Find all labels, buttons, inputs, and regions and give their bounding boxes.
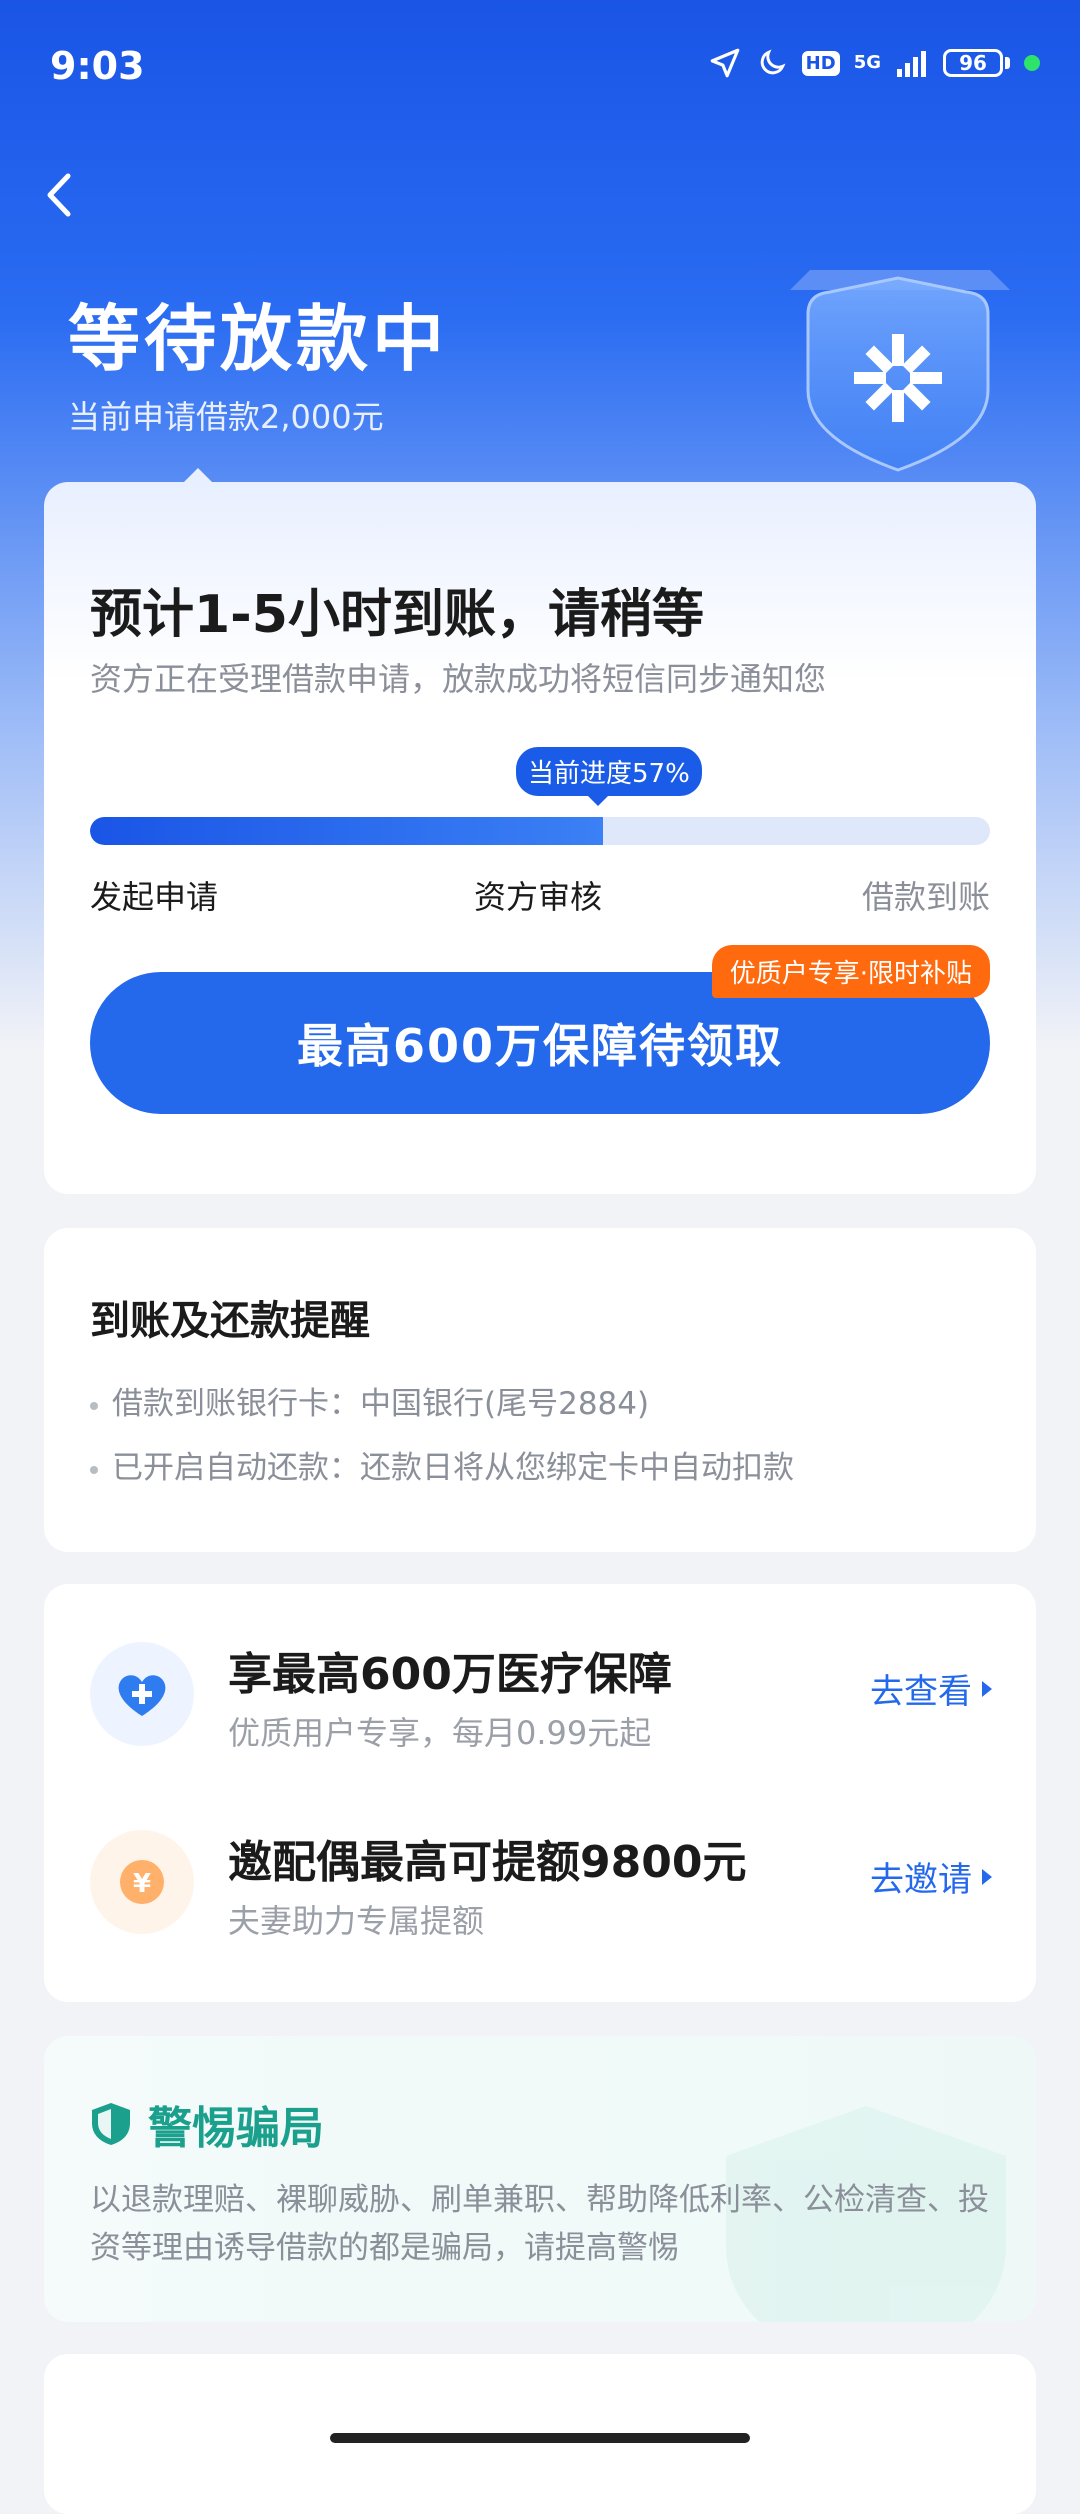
progress-fill <box>90 817 603 845</box>
play-arrow-icon <box>982 1868 992 1885</box>
progress-bar <box>90 817 990 845</box>
step-review: 资方审核 <box>474 878 603 916</box>
eta-description: 资方正在受理借款申请，放款成功将短信同步通知您 <box>90 660 827 698</box>
shield-logo-icon <box>790 270 1010 472</box>
heart-plus-icon <box>90 1642 194 1746</box>
invite-link[interactable]: 去邀请 <box>870 1852 992 1901</box>
location-icon <box>710 48 739 78</box>
offer-subtitle: 优质用户专享，每月0.99元起 <box>228 1714 652 1752</box>
shield-check-icon <box>92 2103 130 2145</box>
eta-title: 预计1-5小时到账，请稍等 <box>90 585 704 645</box>
offers-card: 享最高600万医疗保障 优质用户专享，每月0.99元起 去查看 ¥ 邀配偶最高可… <box>44 1584 1036 2002</box>
network-label: 5G <box>853 52 881 73</box>
offer-title: 邀配偶最高可提额9800元 <box>228 1837 747 1888</box>
status-bar: 9:03 HD 5G 96 <box>0 0 1080 140</box>
battery-icon: 96 <box>943 49 1010 77</box>
loan-amount-subtitle: 当前申请借款2,000元 <box>68 398 384 436</box>
offer-subtitle: 夫妻助力专属提额 <box>228 1902 485 1940</box>
play-arrow-icon <box>982 1680 992 1697</box>
offer-title: 享最高600万医疗保障 <box>228 1649 672 1700</box>
view-link[interactable]: 去查看 <box>870 1664 992 1713</box>
offer-invite-spouse[interactable]: ¥ 邀配偶最高可提额9800元 夫妻助力专属提额 去邀请 <box>44 1812 1036 1972</box>
cta-promo-badge: 优质户专享·限时补贴 <box>711 945 990 998</box>
status-icons: HD 5G 96 <box>708 46 1040 80</box>
reminder-item: 借款到账银行卡：中国银行(尾号2884) <box>90 1378 649 1423</box>
warning-text: 以退款理赔、裸聊威胁、刷单兼职、帮助降低利率、公检清查、投资等理由诱导借款的都是… <box>90 2182 989 2266</box>
reminder-item: 已开启自动还款：还款日将从您绑定卡中自动扣款 <box>90 1442 794 1487</box>
home-indicator[interactable] <box>330 2433 750 2443</box>
page-title: 等待放款中 <box>68 297 449 381</box>
status-time: 9:03 <box>50 44 145 88</box>
step-disbursed: 借款到账 <box>861 878 990 916</box>
reminder-title: 到账及还款提醒 <box>90 1298 370 1344</box>
fraud-warning-card: 警惕骗局 以退款理赔、裸聊威胁、刷单兼职、帮助降低利率、公检清查、投资等理由诱导… <box>44 2036 1036 2322</box>
loan-status-card: 预计1-5小时到账，请稍等 资方正在受理借款申请，放款成功将短信同步通知您 当前… <box>44 468 1036 1194</box>
svg-text:¥: ¥ <box>133 1869 151 1899</box>
step-apply: 发起申请 <box>90 878 219 916</box>
back-arrow-icon[interactable] <box>40 170 80 220</box>
progress-badge: 当前进度57% <box>516 747 702 806</box>
offer-medical[interactable]: 享最高600万医疗保障 优质用户专享，每月0.99元起 去查看 <box>44 1624 1036 1784</box>
privacy-dot <box>1024 55 1040 71</box>
warning-title: 警惕骗局 <box>90 2092 324 2156</box>
moon-icon <box>760 49 786 75</box>
yuan-coin-icon: ¥ <box>90 1830 194 1934</box>
battery-level: 96 <box>943 49 1003 77</box>
signal-icon <box>897 51 926 77</box>
reminder-card: 到账及还款提醒 借款到账银行卡：中国银行(尾号2884) 已开启自动还款：还款日… <box>44 1228 1036 1552</box>
hd-icon: HD <box>801 50 840 76</box>
